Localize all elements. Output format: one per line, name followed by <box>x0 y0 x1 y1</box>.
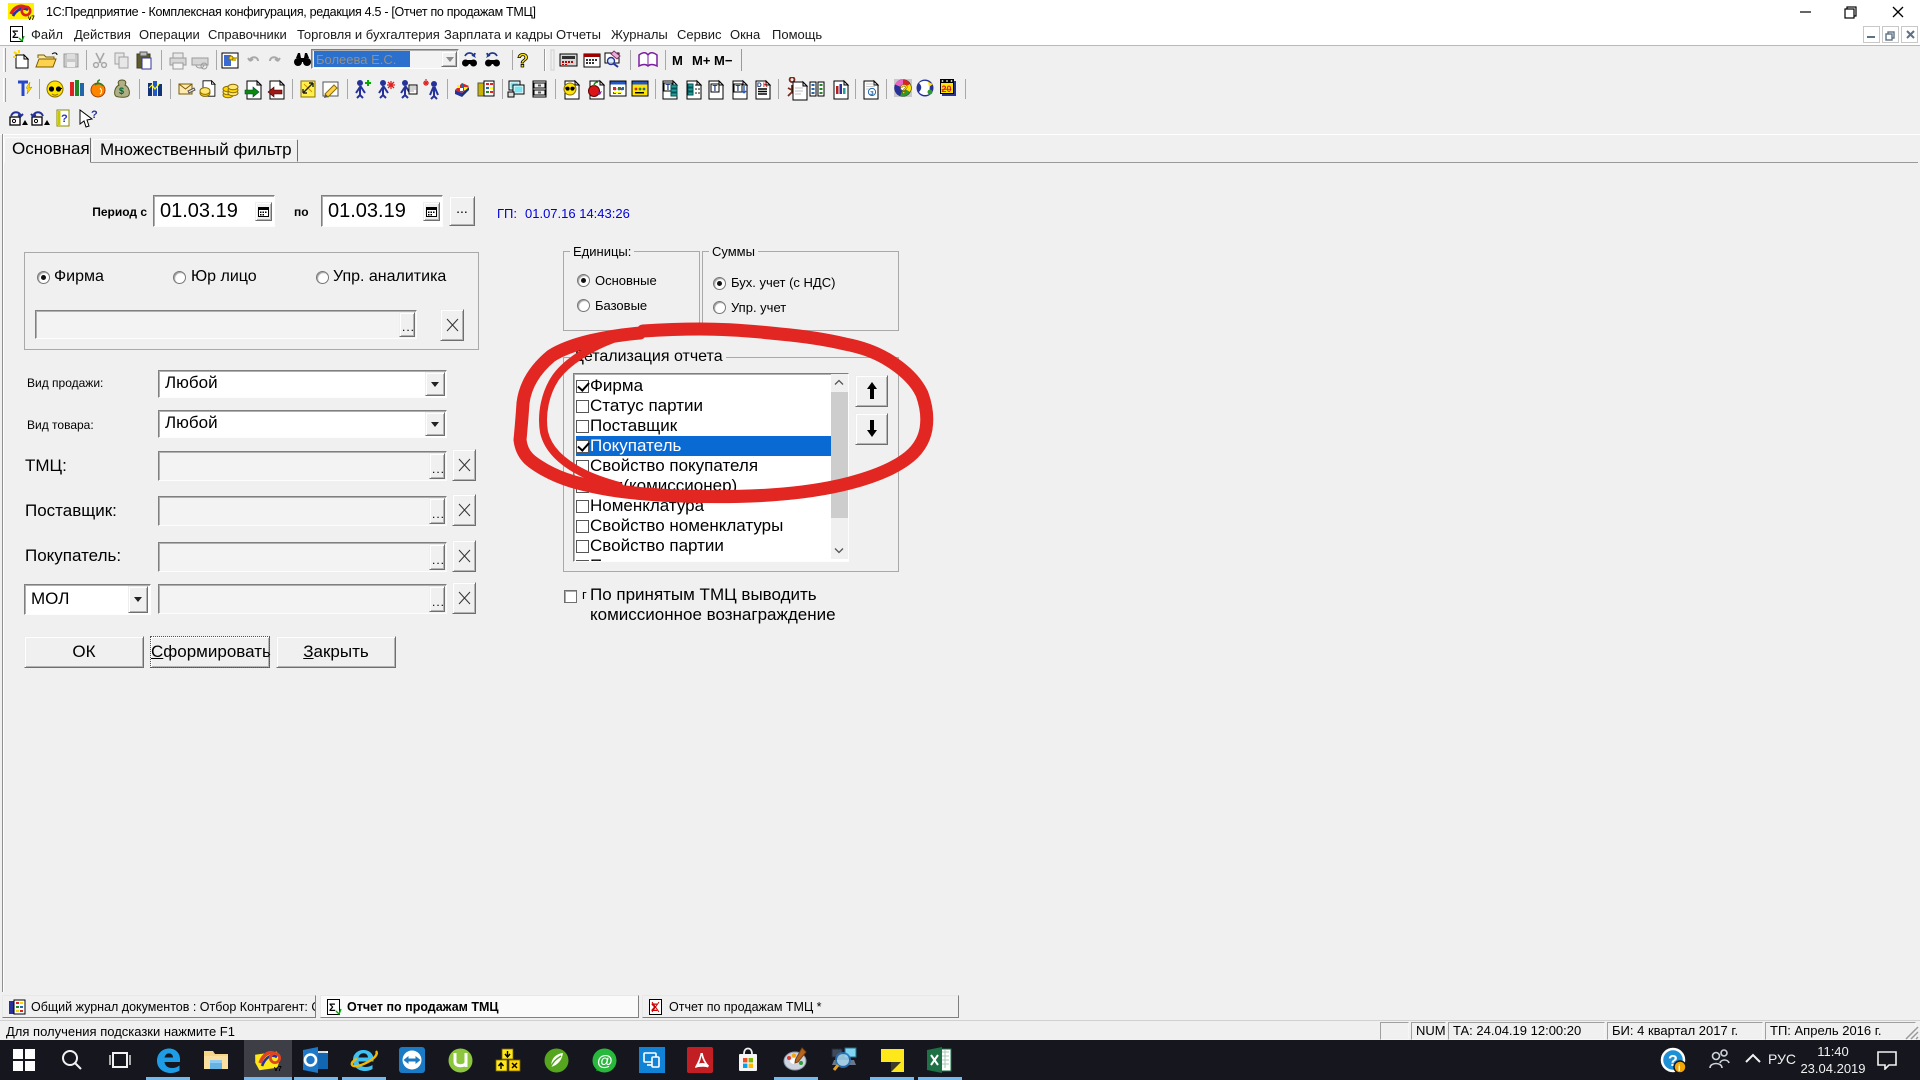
svg-text:@: @ <box>597 1053 613 1070</box>
svg-text:M: M <box>672 53 683 68</box>
svg-text:?: ? <box>900 82 908 97</box>
svg-text:D: D <box>757 82 762 89</box>
svg-text:K: K <box>763 82 768 89</box>
svg-text:$: $ <box>119 86 124 96</box>
svg-text:T: T <box>666 83 671 92</box>
svg-text:v7: v7 <box>274 1066 282 1073</box>
svg-text:Σ: Σ <box>329 1002 336 1014</box>
svg-text:T: T <box>713 84 718 93</box>
svg-text:i: i <box>1678 1063 1681 1073</box>
svg-text:20: 20 <box>942 84 952 94</box>
svg-text:M+: M+ <box>692 53 711 68</box>
svg-text:M−: M− <box>714 53 733 68</box>
svg-text:?: ? <box>91 109 98 121</box>
svg-text:v7: v7 <box>28 16 35 21</box>
svg-text:з: з <box>870 88 874 97</box>
svg-text:Σ: Σ <box>12 29 19 41</box>
svg-text:?: ? <box>517 51 529 71</box>
svg-text:?: ? <box>61 113 68 125</box>
svg-text:T: T <box>736 84 741 93</box>
